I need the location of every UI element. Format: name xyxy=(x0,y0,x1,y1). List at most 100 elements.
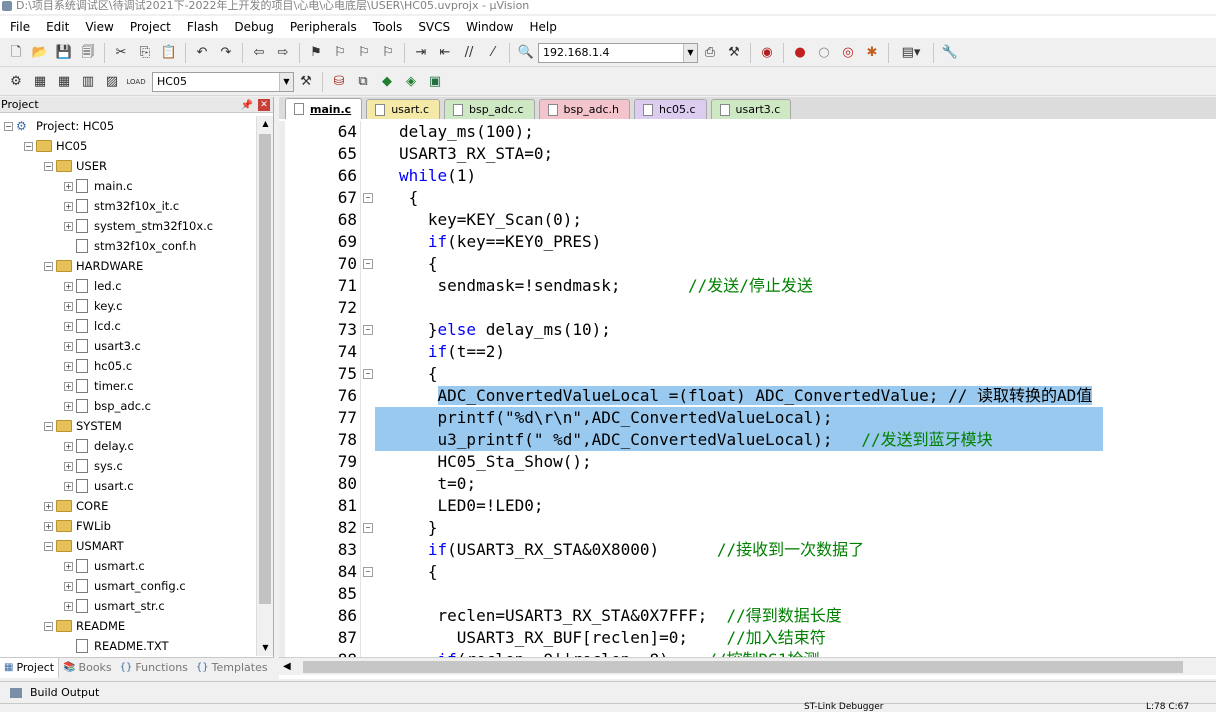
scroll-up-icon[interactable]: ▲ xyxy=(257,116,274,132)
open-folder-icon[interactable]: 📂 xyxy=(30,43,50,63)
cut-icon[interactable]: ✂ xyxy=(111,43,131,63)
expand-icon[interactable]: + xyxy=(44,521,53,531)
comment-icon[interactable]: // xyxy=(459,43,479,63)
collapse-icon[interactable]: − xyxy=(44,161,53,171)
expand-icon[interactable]: + xyxy=(64,561,73,571)
scroll-down-icon[interactable]: ▼ xyxy=(257,640,274,656)
tree-group-system[interactable]: − SYSTEM xyxy=(44,416,122,436)
expand-icon[interactable]: + xyxy=(64,361,73,371)
menu-tools[interactable]: Tools xyxy=(365,16,411,38)
tree-file-sys-c[interactable]: + sys.c xyxy=(64,456,123,476)
new-file-icon[interactable]: 🗋 xyxy=(6,43,26,63)
tree-file-hc05-c[interactable]: + hc05.c xyxy=(64,356,132,376)
breakpoint-icon[interactable]: ● xyxy=(790,43,810,63)
fold-toggle-icon[interactable]: − xyxy=(363,325,373,335)
find-icon[interactable]: ⎙ xyxy=(700,43,720,63)
tree-file-led-c[interactable]: + led.c xyxy=(64,276,122,296)
expand-icon[interactable]: + xyxy=(44,501,53,511)
scrollbar-thumb[interactable] xyxy=(259,134,271,604)
next-bookmark-icon[interactable]: ⚐ xyxy=(354,43,374,63)
find-combo[interactable]: 192.168.1.4 ▼ xyxy=(538,42,698,63)
tree-group-user[interactable]: − USER xyxy=(44,156,107,176)
window-layout-icon[interactable]: ▤▾ xyxy=(895,43,927,63)
incremental-find-icon[interactable]: ⚒ xyxy=(724,43,744,63)
find-in-files-icon[interactable]: 🔍 xyxy=(516,43,536,63)
expand-icon[interactable]: + xyxy=(64,301,73,311)
undo-icon[interactable]: ↶ xyxy=(192,43,212,63)
collapse-icon[interactable]: − xyxy=(24,141,33,151)
disable-all-breakpoints-icon[interactable]: ◎ xyxy=(838,43,858,63)
collapse-icon[interactable]: − xyxy=(44,421,53,431)
editor-hscrollbar[interactable]: ◀ xyxy=(279,657,1216,675)
project-tree-scrollbar[interactable]: ▲ ▼ xyxy=(256,116,273,656)
disable-breakpoint-icon[interactable]: ○ xyxy=(814,43,834,63)
tree-file-usmart-str-c[interactable]: + usmart_str.c xyxy=(64,596,165,616)
configure-icon[interactable]: 🔧 xyxy=(940,43,960,63)
select-packs-icon[interactable]: ◆ xyxy=(377,72,397,92)
expand-icon[interactable]: + xyxy=(64,441,73,451)
expand-icon[interactable]: + xyxy=(64,601,73,611)
menu-debug[interactable]: Debug xyxy=(226,16,281,38)
tree-group-hc05[interactable]: − HC05 xyxy=(24,136,87,156)
uncomment-icon[interactable]: ⁄ xyxy=(483,43,503,63)
navigate-forward-icon[interactable]: ⇨ xyxy=(273,43,293,63)
tree-group-readme[interactable]: − README xyxy=(44,616,125,636)
expand-icon[interactable]: + xyxy=(64,401,73,411)
fold-toggle-icon[interactable]: − xyxy=(363,369,373,379)
tree-group-core[interactable]: + CORE xyxy=(44,496,108,516)
build-icon[interactable]: ▦ xyxy=(30,72,50,92)
manage-components-icon[interactable]: ⛁ xyxy=(329,72,349,92)
paste-icon[interactable]: 📋 xyxy=(159,43,179,63)
tree-file-key-c[interactable]: + key.c xyxy=(64,296,122,316)
tree-group-usmart[interactable]: − USMART xyxy=(44,536,124,556)
menu-svcs[interactable]: SVCS xyxy=(410,16,458,38)
tab-usart-c[interactable]: usart.c xyxy=(366,99,441,119)
download-icon[interactable]: LOAD xyxy=(126,72,146,92)
menu-flash[interactable]: Flash xyxy=(179,16,226,38)
expand-icon[interactable]: + xyxy=(64,581,73,591)
expand-icon[interactable]: + xyxy=(64,281,73,291)
save-all-icon[interactable]: 🗐 xyxy=(78,43,98,63)
fold-toggle-icon[interactable]: − xyxy=(363,523,373,533)
expand-icon[interactable]: + xyxy=(64,381,73,391)
prev-bookmark-icon[interactable]: ⚐ xyxy=(330,43,350,63)
expand-icon[interactable]: + xyxy=(64,461,73,471)
debug-start-icon[interactable]: ◉ xyxy=(757,43,777,63)
tab-usart3-c[interactable]: usart3.c xyxy=(710,99,792,119)
translate-icon[interactable]: ⚙ xyxy=(6,72,26,92)
stop-build-icon[interactable]: ▨ xyxy=(102,72,122,92)
scrollbar-thumb[interactable] xyxy=(303,661,1183,673)
expand-icon[interactable]: + xyxy=(64,181,73,191)
close-icon[interactable]: ✕ xyxy=(258,99,270,111)
menu-edit[interactable]: Edit xyxy=(38,16,77,38)
tree-group-fwlib[interactable]: + FWLib xyxy=(44,516,111,536)
tree-file-system-stm32f10x-c[interactable]: + system_stm32f10x.c xyxy=(64,216,213,236)
target-options-icon[interactable]: ⚒ xyxy=(296,72,316,92)
code-area[interactable]: 64 delay_ms(100); 65 USART3_RX_STA=0; 66 whil… xyxy=(279,121,1216,657)
fold-toggle-icon[interactable]: − xyxy=(363,193,373,203)
tree-file-bsp-adc-c[interactable]: + bsp_adc.c xyxy=(64,396,151,416)
kill-all-breakpoints-icon[interactable]: ✱ xyxy=(862,43,882,63)
expand-icon[interactable]: + xyxy=(64,201,73,211)
expand-icon[interactable]: + xyxy=(64,341,73,351)
save-icon[interactable]: 💾 xyxy=(54,43,74,63)
panel-tab-templates[interactable]: {} Templates xyxy=(192,658,272,678)
manage-project-items-icon[interactable]: ⧉ xyxy=(353,72,373,92)
collapse-icon[interactable]: − xyxy=(44,541,53,551)
tab-hc05-c[interactable]: hc05.c xyxy=(633,99,707,119)
chevron-down-icon[interactable]: ▼ xyxy=(683,43,697,62)
fold-toggle-icon[interactable]: − xyxy=(363,567,373,577)
panel-tab-functions[interactable]: {} Functions xyxy=(116,658,192,678)
expand-icon[interactable]: + xyxy=(64,321,73,331)
tab-bsp-adc-h[interactable]: bsp_adc.h xyxy=(538,99,630,119)
collapse-icon[interactable]: − xyxy=(44,621,53,631)
tree-file-stm32f10x-conf-h[interactable]: stm32f10x_conf.h xyxy=(64,236,196,256)
menu-peripherals[interactable]: Peripherals xyxy=(282,16,365,38)
expand-icon[interactable]: + xyxy=(64,221,73,231)
copy-icon[interactable]: ⎘ xyxy=(135,43,155,63)
tree-group-hardware[interactable]: − HARDWARE xyxy=(44,256,143,276)
tree-group-project-hc05[interactable]: − ⚙ Project: HC05 xyxy=(4,116,114,136)
tree-file-usart-c[interactable]: + usart.c xyxy=(64,476,134,496)
tree-file-usart3-c[interactable]: + usart3.c xyxy=(64,336,141,356)
menu-window[interactable]: Window xyxy=(458,16,521,38)
